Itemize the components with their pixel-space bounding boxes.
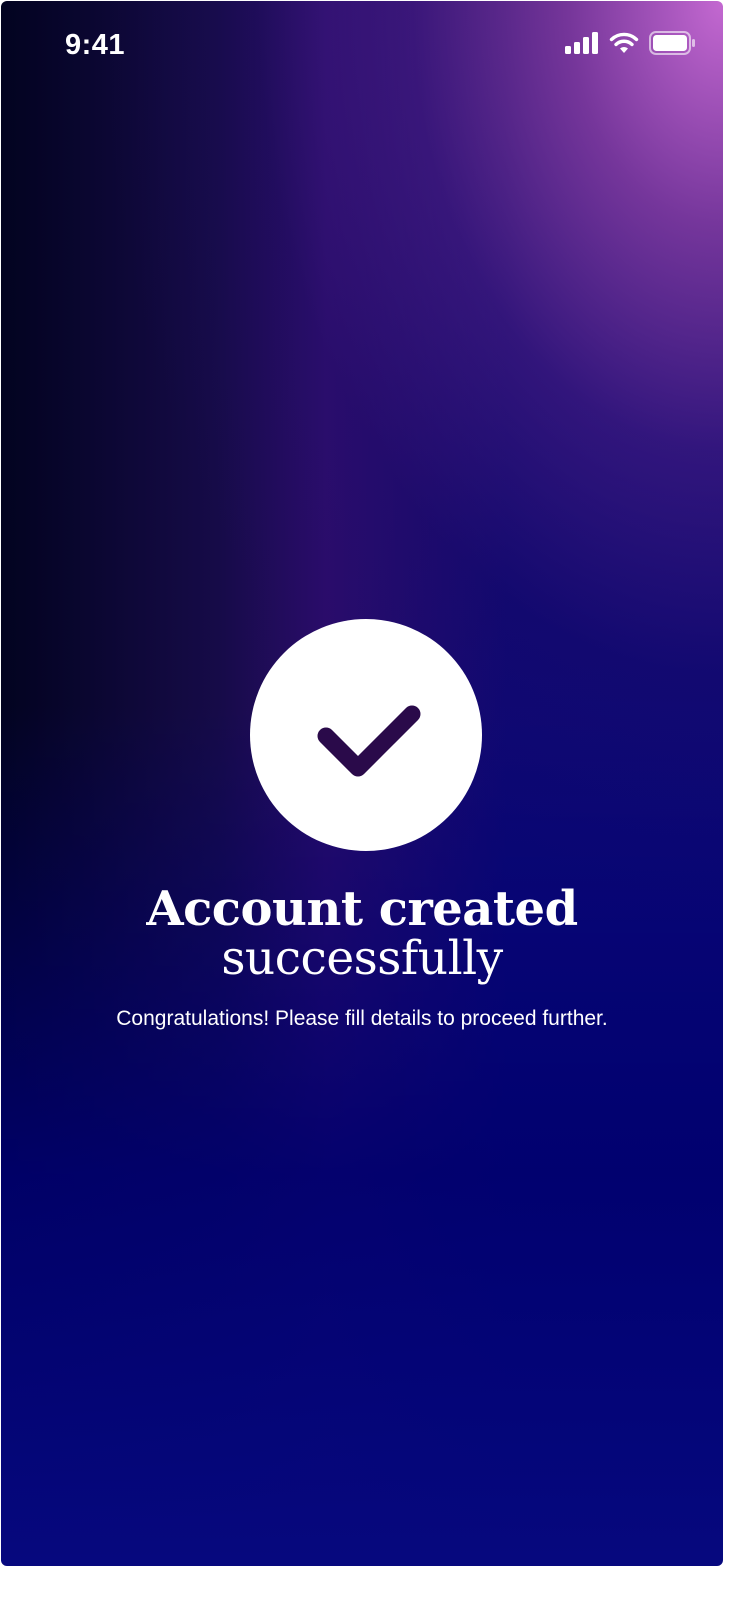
success-message: Congratulations! Please fill details to …: [116, 1007, 608, 1030]
status-time: 9:41: [65, 29, 126, 61]
success-badge: [250, 619, 482, 851]
page-title: Account created: [146, 881, 578, 937]
cellular-signal-icon: [565, 32, 599, 54]
wifi-icon: [609, 32, 639, 54]
status-bar: 9:41: [1, 1, 723, 93]
battery-icon: [649, 31, 695, 55]
status-icons: [565, 31, 695, 55]
success-screen: 9:41 Account created successfully Congra…: [1, 1, 723, 1566]
checkmark-icon: [296, 678, 436, 793]
page-title-second-line: successfully: [221, 931, 503, 986]
